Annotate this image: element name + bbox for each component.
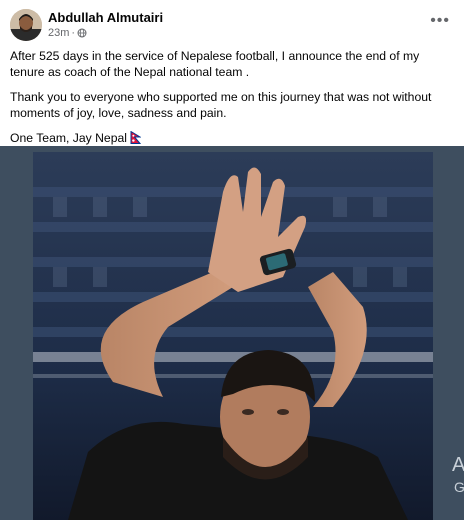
post-meta: 23m · bbox=[48, 27, 87, 39]
post-paragraph-1: After 525 days in the service of Nepales… bbox=[10, 49, 420, 79]
more-options-icon[interactable]: ••• bbox=[430, 12, 450, 30]
author-avatar[interactable] bbox=[10, 9, 42, 41]
post-time[interactable]: 23m bbox=[48, 27, 69, 39]
closing-text: One Team, Jay Nepal bbox=[10, 131, 127, 145]
avatar-image bbox=[10, 9, 42, 41]
side-text-small: G bbox=[454, 479, 464, 495]
side-text-large: A bbox=[452, 454, 464, 476]
post-media: A G bbox=[0, 146, 464, 520]
post-paragraph-2: Thank you to everyone who supported me o… bbox=[10, 90, 432, 120]
globe-icon bbox=[77, 28, 87, 38]
post-header: Abdullah Almutairi 23m · ••• bbox=[0, 0, 464, 44]
author-name[interactable]: Abdullah Almutairi bbox=[48, 10, 163, 25]
coach-clapping-photo bbox=[33, 152, 433, 520]
meta-separator: · bbox=[71, 27, 76, 39]
post-photo[interactable] bbox=[33, 152, 433, 520]
post-text: After 525 days in the service of Nepales… bbox=[10, 48, 454, 157]
